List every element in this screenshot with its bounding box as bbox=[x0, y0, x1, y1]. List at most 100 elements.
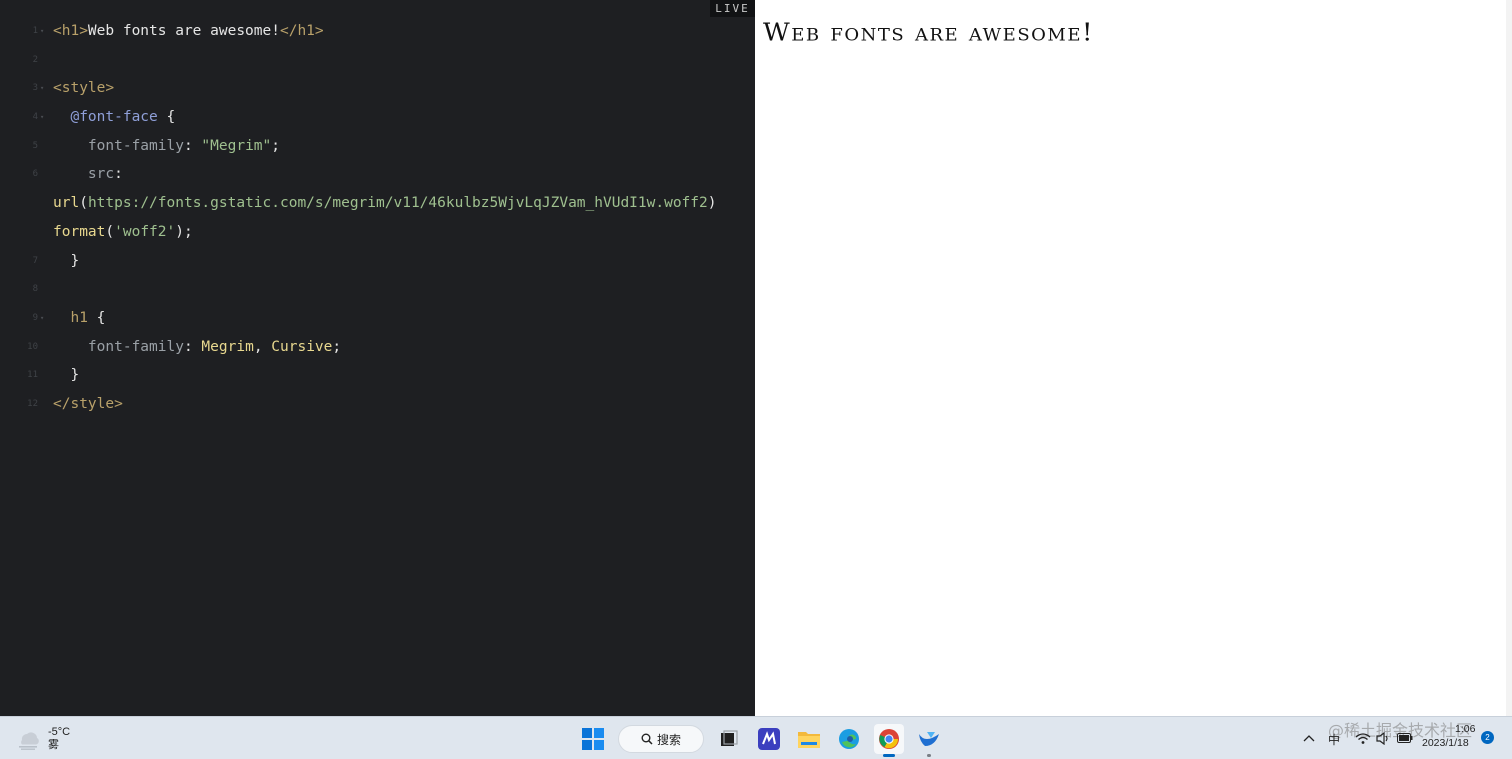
code-token: ; bbox=[271, 137, 280, 154]
code-token: <h1> bbox=[53, 23, 88, 39]
code-token: Cursive bbox=[271, 338, 333, 355]
folder-icon bbox=[798, 732, 820, 748]
line-number: 11 bbox=[27, 370, 38, 381]
line-number: 2 bbox=[32, 54, 38, 65]
code-line[interactable]: 11 } bbox=[0, 361, 755, 390]
line-number: 1 bbox=[32, 26, 38, 36]
code-line[interactable]: 9 ▾ h1 { bbox=[0, 304, 755, 333]
code-token: ; bbox=[332, 338, 342, 355]
code-token: "Megrim" bbox=[201, 137, 272, 154]
fold-arrow-icon[interactable]: ▾ bbox=[40, 17, 44, 46]
fold-arrow-icon[interactable]: ▾ bbox=[40, 74, 44, 103]
code-token: , bbox=[253, 338, 272, 355]
task-view-icon bbox=[721, 730, 738, 746]
line-number: 12 bbox=[27, 398, 38, 409]
code-token: ) bbox=[707, 195, 717, 212]
clock-date[interactable]: 2023/1/18 bbox=[1422, 737, 1469, 749]
code-text: h1 { bbox=[53, 304, 105, 333]
search-icon bbox=[641, 733, 653, 745]
clock-time[interactable]: 1:06 bbox=[1455, 723, 1475, 735]
live-badge: LIVE bbox=[710, 0, 755, 17]
code-lines[interactable]: 1 ▾ <h1>Web fonts are awesome!</h1> 2 3 ▾ <sty… bbox=[0, 17, 755, 419]
code-token: format bbox=[53, 223, 106, 240]
code-text: </style> bbox=[53, 390, 123, 419]
code-line[interactable]: 10 font-family: Megrim, Cursive; bbox=[0, 333, 755, 362]
wifi-icon[interactable] bbox=[1355, 732, 1371, 745]
fold-arrow-icon[interactable]: ▾ bbox=[40, 304, 44, 333]
code-line[interactable]: 8 bbox=[0, 275, 755, 304]
line-number: 7 bbox=[32, 255, 38, 266]
code-text: format('woff2'); bbox=[53, 218, 193, 247]
file-explorer-button[interactable] bbox=[794, 724, 824, 754]
code-line[interactable]: format('woff2'); bbox=[0, 218, 755, 247]
code-line[interactable]: 3 ▾ <style> bbox=[0, 74, 755, 103]
notification-badge[interactable]: 2 bbox=[1481, 731, 1494, 744]
bird-app-icon bbox=[919, 732, 939, 746]
code-token: ); bbox=[175, 223, 193, 240]
code-token: url bbox=[53, 195, 80, 212]
code-token: Web fonts are awesome! bbox=[87, 23, 280, 39]
line-number: 3 bbox=[32, 83, 38, 94]
code-text: <style> bbox=[53, 74, 114, 103]
code-line[interactable]: 7 } bbox=[0, 247, 755, 276]
code-text: font-family: "Megrim"; bbox=[53, 132, 280, 161]
code-line[interactable]: 1 ▾ <h1>Web fonts are awesome!</h1> bbox=[0, 17, 755, 46]
preview-pane: Web fonts are awesome! bbox=[755, 0, 1512, 716]
code-line[interactable]: 2 bbox=[0, 46, 755, 75]
code-token: </style> bbox=[53, 395, 123, 412]
code-text: @font-face { bbox=[53, 103, 175, 132]
code-text: } bbox=[53, 247, 79, 276]
code-editor[interactable]: LIVE 1 ▾ <h1>Web fonts are awesome!</h1> 2 3… bbox=[0, 0, 755, 716]
start-button[interactable] bbox=[578, 724, 608, 754]
code-token: : bbox=[114, 166, 123, 183]
code-token: Megrim bbox=[201, 338, 254, 355]
volume-icon[interactable] bbox=[1376, 732, 1390, 745]
chevron-up-icon[interactable] bbox=[1303, 734, 1315, 742]
code-token: { bbox=[157, 109, 176, 126]
code-token: h1 bbox=[70, 309, 88, 326]
weather-temperature: -5°C bbox=[48, 726, 71, 738]
taskbar-search[interactable]: 搜索 bbox=[618, 725, 704, 753]
edge-button[interactable] bbox=[834, 724, 864, 754]
code-token: ( bbox=[105, 223, 115, 240]
chrome-icon bbox=[879, 729, 899, 749]
taskbar-apps: 搜索 bbox=[578, 722, 944, 757]
code-token: : bbox=[183, 338, 202, 355]
code-token: </h1> bbox=[279, 23, 324, 39]
line-number: 4 bbox=[32, 112, 38, 123]
weather-widget[interactable]: -5°C 雾 bbox=[16, 724, 70, 754]
code-line[interactable]: 12 </style> bbox=[0, 390, 755, 419]
battery-icon[interactable] bbox=[1397, 733, 1413, 743]
chrome-button[interactable] bbox=[874, 724, 904, 757]
code-token: : bbox=[183, 137, 202, 154]
code-text: url(https://fonts.gstatic.com/s/megrim/v… bbox=[53, 189, 716, 218]
code-token: <style> bbox=[53, 80, 115, 97]
preview-heading: Web fonts are awesome! bbox=[763, 18, 1094, 48]
line-number: 6 bbox=[32, 169, 38, 180]
code-line[interactable]: 4 ▾ @font-face { bbox=[0, 103, 755, 132]
task-view-button[interactable] bbox=[714, 724, 744, 754]
app-bird-button[interactable] bbox=[914, 724, 944, 757]
code-token: { bbox=[87, 309, 106, 326]
code-token: https://fonts.gstatic.com/s/megrim/v11/4… bbox=[87, 195, 708, 212]
app-editor-button[interactable] bbox=[754, 724, 784, 754]
taskbar: -5°C 雾 搜索 @稀土掘金技术社区 中 1:06 2023/1/18 2 bbox=[0, 716, 1512, 759]
search-label: 搜索 bbox=[656, 732, 681, 747]
cloud-fog-icon bbox=[19, 732, 39, 750]
fold-arrow-icon[interactable]: ▾ bbox=[40, 103, 44, 132]
preview-scrollbar[interactable] bbox=[1506, 0, 1512, 716]
code-line[interactable]: url(https://fonts.gstatic.com/s/megrim/v… bbox=[0, 189, 755, 218]
code-token: src bbox=[87, 166, 115, 183]
code-line[interactable]: 5 font-family: "Megrim"; bbox=[0, 132, 755, 161]
code-token: } bbox=[53, 252, 80, 269]
line-number: 9 bbox=[32, 312, 38, 323]
code-line[interactable]: 6 src: bbox=[0, 160, 755, 189]
code-text: <h1>Web fonts are awesome!</h1> bbox=[53, 17, 324, 46]
code-token: font-family bbox=[87, 137, 184, 154]
code-token: ( bbox=[79, 195, 88, 212]
edge-icon bbox=[839, 729, 859, 749]
code-text: font-family: Megrim, Cursive; bbox=[53, 333, 341, 362]
ime-indicator[interactable]: 中 bbox=[1328, 731, 1340, 748]
